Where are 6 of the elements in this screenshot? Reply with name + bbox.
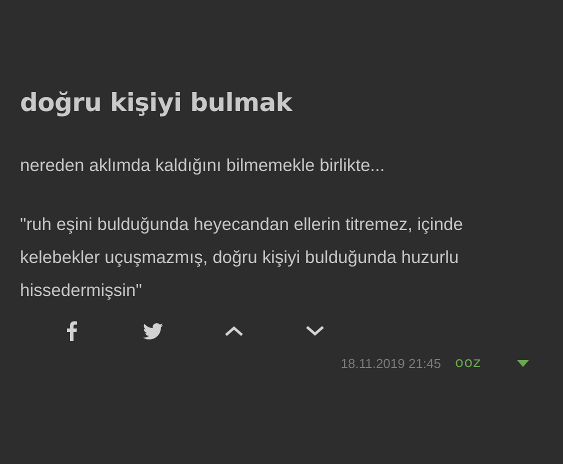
entry-title: doğru kişiyi bulmak (20, 88, 294, 117)
entry-date: 18.11.2019 21:45 (340, 356, 442, 370)
dropdown-caret-icon[interactable] (517, 360, 529, 366)
entry-paragraph: "ruh eşini bulduğunda heyecandan ellerin titremez, içinde kelebekler uçuşmazmış, doğru kişiyi bulduğunda huzurlu hissedermişsin" (20, 213, 464, 302)
author-link[interactable]: ooz (455, 355, 481, 371)
entry-paragraph: nereden aklımda kaldığını bilmemekle birlikte... (20, 154, 386, 177)
